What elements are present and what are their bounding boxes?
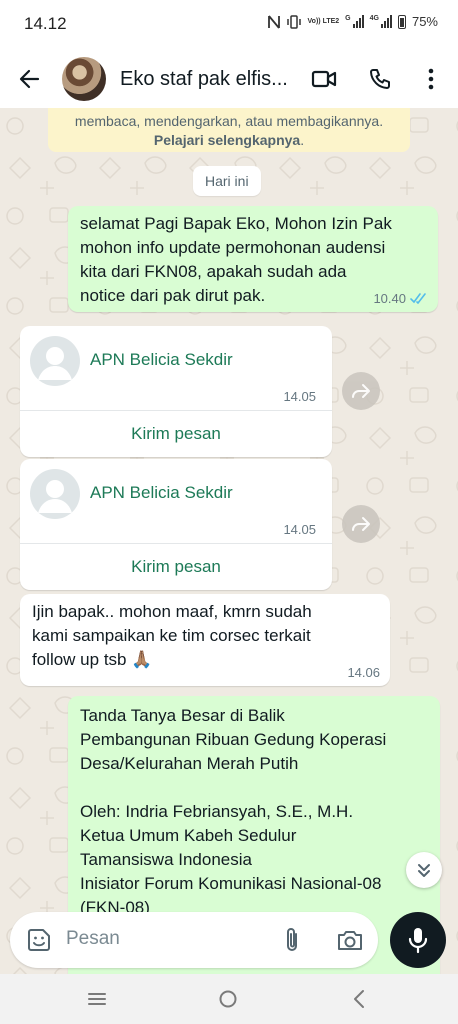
chat-area[interactable]: membaca, mendengarkan, atau membagikanny… — [0, 108, 458, 974]
chevron-double-down-icon — [418, 864, 430, 877]
video-call-icon — [311, 70, 337, 88]
nav-back-icon[interactable] — [352, 989, 366, 1009]
status-time: 14.12 — [24, 14, 67, 33]
contact-card-avatar — [30, 336, 80, 386]
phone-icon — [370, 69, 390, 89]
contact-card-name: APN Belicia Sekdir — [90, 350, 233, 369]
back-button[interactable] — [14, 64, 44, 94]
more-options-button[interactable] — [416, 64, 446, 94]
message-meta: 14.06 — [347, 665, 380, 680]
status-icons: Vo)) LTE2 G 4G 75% — [267, 14, 438, 29]
attach-icon[interactable] — [282, 926, 302, 954]
message-bubble-incoming[interactable]: Ijin bapak.. mohon maaf, kmrn sudah kami… — [20, 594, 390, 686]
network-4g: 4G — [369, 15, 379, 22]
contact-avatar[interactable] — [62, 57, 106, 101]
signal-2-icon: 4G — [370, 15, 392, 28]
volte-label: Vo)) LTE2 — [307, 18, 340, 25]
encryption-notice-text: membaca, mendengarkan, atau membagikanny… — [74, 113, 384, 129]
encryption-notice-trailing: . — [300, 132, 305, 148]
nav-menu-icon[interactable] — [87, 991, 107, 1007]
message-text: selamat Pagi Bapak Eko, Mohon Izin Pak m… — [80, 214, 392, 305]
status-bar: 14.12 Vo)) LTE2 G 4G 75% — [0, 0, 458, 50]
default-avatar-icon — [38, 347, 72, 380]
signal-1-icon: G — [345, 15, 364, 28]
learn-more-link[interactable]: Pelajari selengkapnya — [154, 132, 300, 148]
nfc-icon — [267, 14, 280, 29]
video-call-button[interactable] — [309, 64, 339, 94]
contact-card-name: APN Belicia Sekdir — [90, 483, 233, 502]
more-vert-icon — [428, 68, 434, 90]
battery-percent: 75% — [411, 14, 438, 29]
message-input[interactable]: Pesan — [66, 928, 120, 950]
sticker-icon[interactable] — [26, 927, 52, 953]
network-g: G — [345, 15, 351, 22]
battery-icon — [397, 14, 406, 29]
forward-icon — [352, 517, 370, 531]
contact-card[interactable]: APN Belicia Sekdir 14.05 Kirim pesan — [20, 326, 332, 457]
message-meta: 10.40 — [373, 291, 428, 306]
message-bubble-outgoing[interactable]: selamat Pagi Bapak Eko, Mohon Izin Pak m… — [68, 206, 438, 312]
forward-button[interactable] — [342, 505, 380, 543]
send-message-button[interactable]: Kirim pesan — [20, 411, 332, 457]
vibrate-icon — [286, 14, 301, 29]
message-text: Tanda Tanya Besar di Balik Pembangunan R… — [80, 706, 387, 917]
contact-card-avatar — [30, 469, 80, 519]
encryption-notice: membaca, mendengarkan, atau membagikanny… — [48, 108, 410, 152]
double-check-icon — [410, 293, 426, 304]
mic-icon — [408, 928, 428, 954]
contact-card[interactable]: APN Belicia Sekdir 14.05 Kirim pesan — [20, 459, 332, 590]
message-time: 14.06 — [347, 665, 380, 680]
message-text: Ijin bapak.. mohon maaf, kmrn sudah kami… — [32, 602, 312, 669]
forward-icon — [352, 384, 370, 398]
voice-call-button[interactable] — [365, 64, 395, 94]
camera-icon[interactable] — [336, 927, 364, 953]
scroll-to-bottom-button[interactable] — [406, 852, 442, 888]
message-composer[interactable]: Pesan — [10, 912, 378, 968]
date-chip: Hari ini — [193, 166, 261, 196]
contact-card-time: 14.05 — [283, 522, 316, 537]
voice-message-button[interactable] — [390, 912, 446, 968]
back-arrow-icon — [19, 69, 40, 89]
nav-home-icon[interactable] — [218, 989, 238, 1009]
system-nav-bar — [0, 974, 458, 1024]
message-time: 10.40 — [373, 291, 406, 306]
forward-button[interactable] — [342, 372, 380, 410]
send-message-button[interactable]: Kirim pesan — [20, 544, 332, 590]
contact-name[interactable]: Eko staf pak elfis... — [120, 68, 295, 91]
contact-card-time: 14.05 — [283, 389, 316, 404]
chat-header: Eko staf pak elfis... — [0, 50, 458, 108]
default-avatar-icon — [38, 480, 72, 513]
